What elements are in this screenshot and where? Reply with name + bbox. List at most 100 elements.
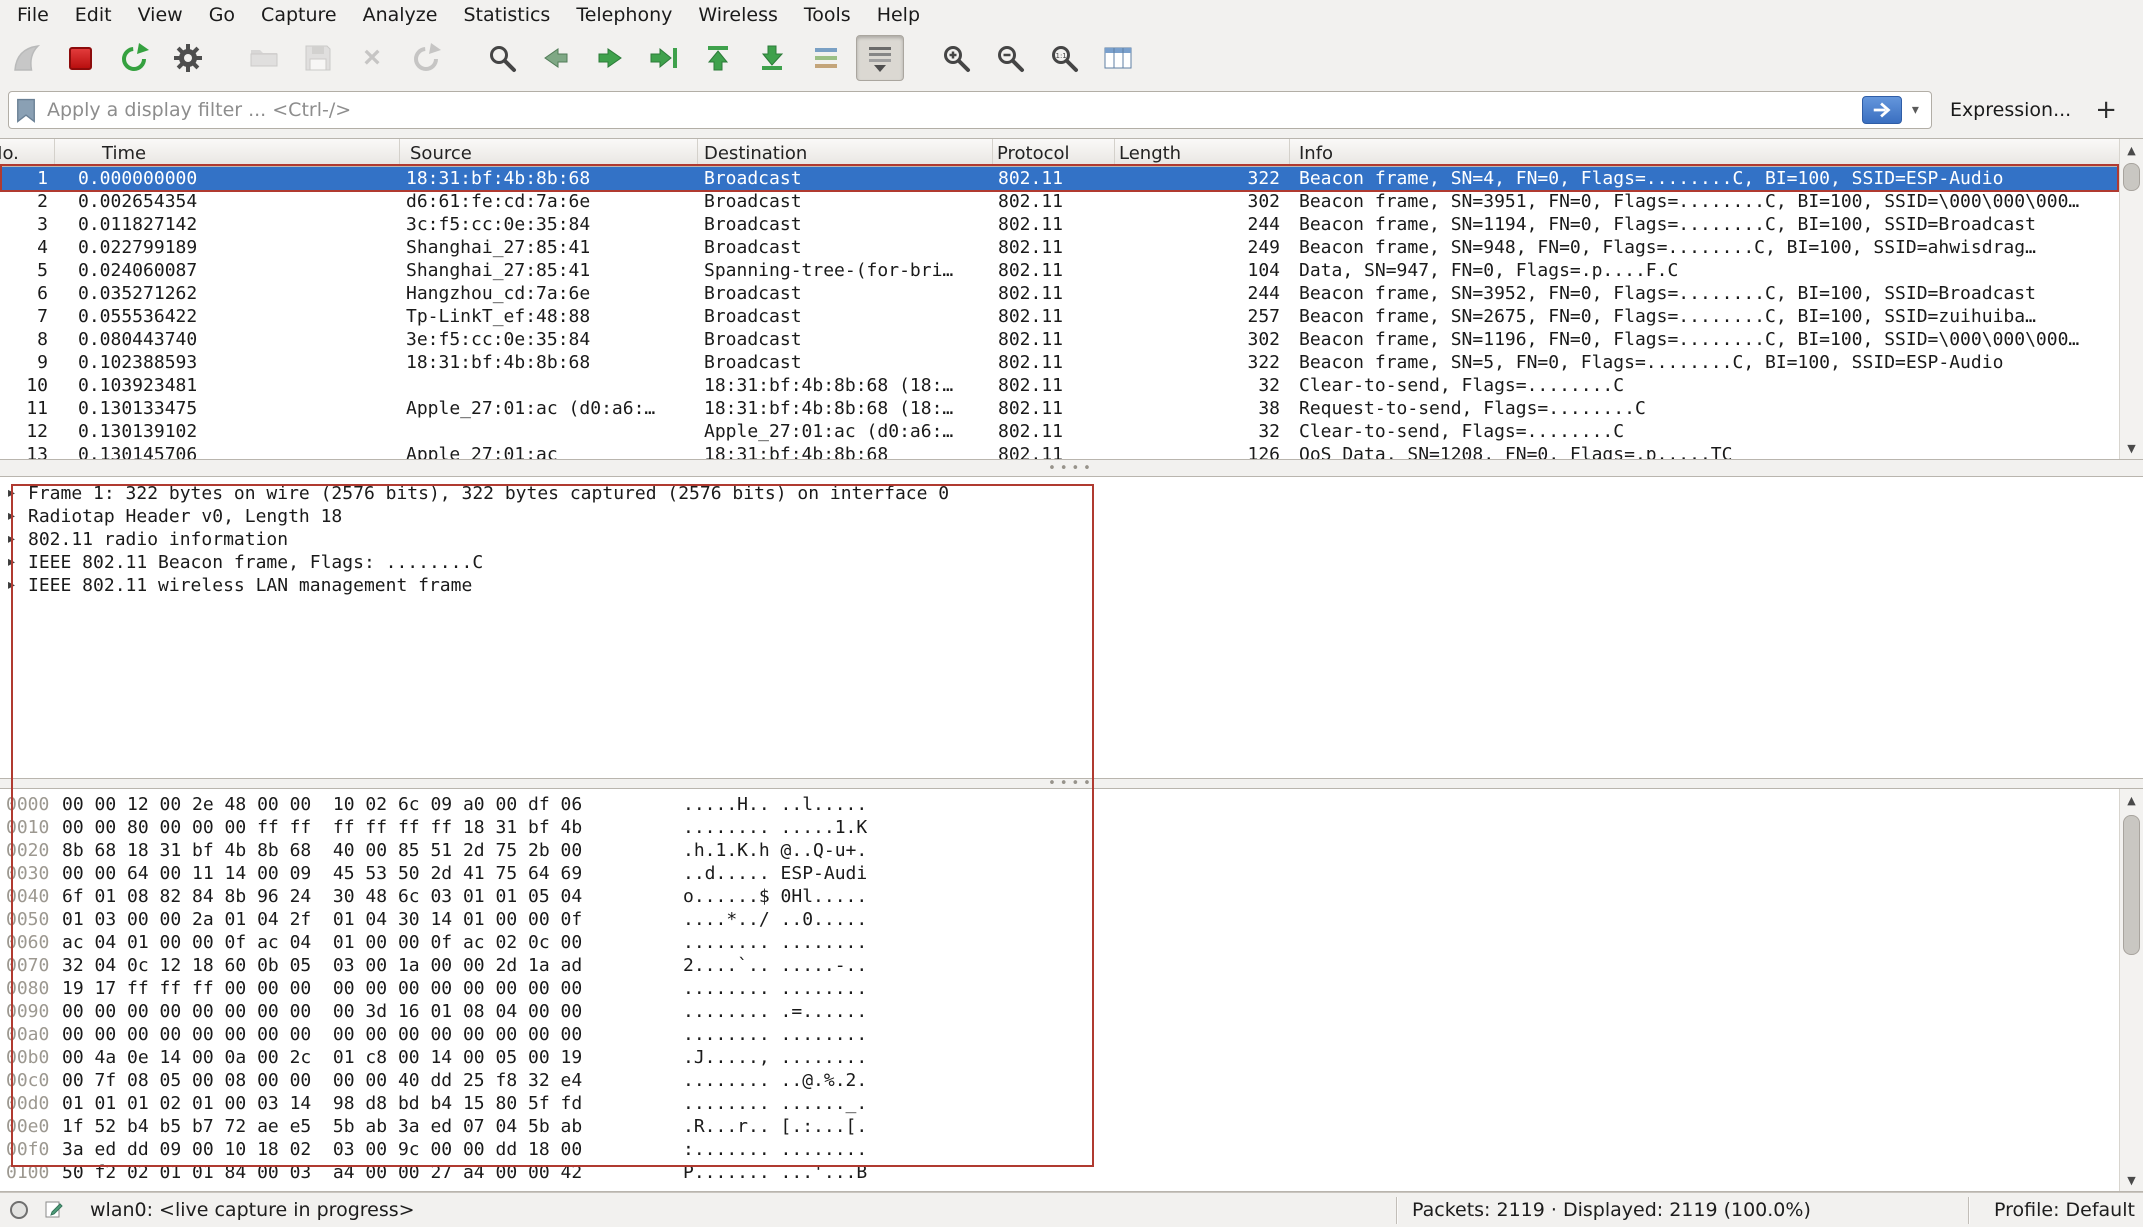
hex-bytes: 50 f2 02 01 01 84 00 03 a4 00 00 27 a4 0… (62, 1161, 586, 1184)
detail-row[interactable]: ▸IEEE 802.11 wireless LAN management fra… (0, 574, 2143, 597)
menu-capture[interactable]: Capture (248, 1, 350, 29)
column-header-protocol[interactable]: Protocol (993, 139, 1115, 166)
expander-icon[interactable]: ▸ (8, 528, 28, 551)
packet-row[interactable]: 30.0118271423c:f5:cc:0e:35:84Broadcast80… (0, 213, 2119, 236)
column-header-length[interactable]: Length (1115, 139, 1290, 166)
hex-scrollbar-thumb[interactable] (2123, 815, 2140, 955)
packet-row[interactable]: 90.10238859318:31:bf:4b:8b:68Broadcast80… (0, 351, 2119, 374)
packet-row[interactable]: 40.022799189Shanghai_27:85:41Broadcast80… (0, 236, 2119, 259)
hex-row[interactable]: 003000 00 64 00 11 14 00 09 45 53 50 2d … (0, 862, 2119, 885)
packet-row[interactable]: 100.10392348118:31:bf:4b:8b:68 (18:…802.… (0, 374, 2119, 397)
hex-row[interactable]: 009000 00 00 00 00 00 00 00 00 3d 16 01 … (0, 1000, 2119, 1023)
hex-row[interactable]: 008019 17 ff ff ff 00 00 00 00 00 00 00 … (0, 977, 2119, 1000)
start-capture-button[interactable] (2, 35, 50, 81)
detail-row[interactable]: ▸802.11 radio information (0, 528, 2143, 551)
column-header-time[interactable]: Time (55, 139, 400, 166)
go-forward-button[interactable] (586, 35, 634, 81)
scroll-down-arrow-icon[interactable]: ▼ (2120, 1169, 2143, 1191)
hex-offset: 0050 (6, 908, 56, 931)
resize-columns-button[interactable] (1094, 35, 1142, 81)
expert-info-icon[interactable] (10, 1201, 28, 1219)
hex-row[interactable]: 00b000 4a 0e 14 00 0a 00 2c 01 c8 00 14 … (0, 1046, 2119, 1069)
menu-help[interactable]: Help (864, 1, 933, 29)
menu-wireless[interactable]: Wireless (685, 1, 791, 29)
packet-row[interactable]: 10.00000000018:31:bf:4b:8b:68Broadcast80… (0, 167, 2119, 190)
scroll-up-arrow-icon[interactable]: ▲ (2120, 139, 2143, 161)
expander-icon[interactable]: ▸ (8, 574, 28, 597)
packet-row[interactable]: 130.130145706Apple_27:01:ac18:31:bf:4b:8… (0, 443, 2119, 459)
profile-text[interactable]: Profile: Default (1994, 1199, 2135, 1221)
find-packet-button[interactable] (478, 35, 526, 81)
packet-list-scrollbar[interactable]: ▲ ▼ (2119, 139, 2143, 459)
colorize-list-button[interactable] (802, 35, 850, 81)
apply-filter-button[interactable] (1862, 96, 1902, 124)
hex-row[interactable]: 010050 f2 02 01 01 84 00 03 a4 00 00 27 … (0, 1161, 2119, 1184)
menu-statistics[interactable]: Statistics (450, 1, 563, 29)
hex-row[interactable]: 00d001 01 01 02 01 00 03 14 98 d8 bd b4 … (0, 1092, 2119, 1115)
capture-options-button[interactable] (164, 35, 212, 81)
go-first-packet-button[interactable] (694, 35, 742, 81)
expander-icon[interactable]: ▸ (8, 482, 28, 505)
zoom-out-button[interactable] (986, 35, 1034, 81)
zoom-in-button[interactable] (932, 35, 980, 81)
display-filter-input[interactable]: Apply a display filter ... <Ctrl-/> ▾ (8, 91, 1932, 129)
scroll-down-arrow-icon[interactable]: ▼ (2120, 437, 2143, 459)
open-file-button[interactable] (240, 35, 288, 81)
pane-splitter-bottom[interactable]: •••• (0, 779, 2143, 788)
packet-scrollbar-thumb[interactable] (2123, 163, 2140, 191)
pane-splitter-top[interactable]: •••• (0, 461, 2143, 476)
hex-row[interactable]: 00a000 00 00 00 00 00 00 00 00 00 00 00 … (0, 1023, 2119, 1046)
save-file-button[interactable] (294, 35, 342, 81)
detail-row[interactable]: ▸IEEE 802.11 Beacon frame, Flags: ......… (0, 551, 2143, 574)
add-filter-button[interactable]: + (2095, 97, 2117, 123)
scroll-up-arrow-icon[interactable]: ▲ (2120, 789, 2143, 811)
menu-tools[interactable]: Tools (791, 1, 864, 29)
go-to-packet-button[interactable] (640, 35, 688, 81)
hex-row[interactable]: 00c000 7f 08 05 00 08 00 00 00 00 40 dd … (0, 1069, 2119, 1092)
hex-row[interactable]: 0060ac 04 01 00 00 0f ac 04 01 00 00 0f … (0, 931, 2119, 954)
packet-row[interactable]: 80.0804437403e:f5:cc:0e:35:84Broadcast80… (0, 328, 2119, 351)
packet-row[interactable]: 120.130139102Apple_27:01:ac (d0:a6:…802.… (0, 420, 2119, 443)
hex-row[interactable]: 005001 03 00 00 2a 01 04 2f 01 04 30 14 … (0, 908, 2119, 931)
capture-comment-icon[interactable] (44, 1199, 64, 1219)
packet-row[interactable]: 70.055536422Tp-LinkT_ef:48:88Broadcast80… (0, 305, 2119, 328)
menu-file[interactable]: File (4, 1, 62, 29)
reload-file-button[interactable] (402, 35, 450, 81)
filter-history-dropdown[interactable]: ▾ (1902, 102, 1925, 118)
zoom-original-button[interactable]: 1:1 (1040, 35, 1088, 81)
expression-button[interactable]: Expression... (1950, 99, 2071, 121)
filter-bookmark-icon[interactable] (15, 97, 37, 124)
expander-icon[interactable]: ▸ (8, 551, 28, 574)
stop-capture-button[interactable] (56, 35, 104, 81)
column-header-no[interactable]: No. (0, 139, 55, 166)
hex-row[interactable]: 000000 00 12 00 2e 48 00 00 10 02 6c 09 … (0, 793, 2119, 816)
auto-scroll-button[interactable] (856, 35, 904, 81)
hex-row[interactable]: 001000 00 80 00 00 00 ff ff ff ff ff ff … (0, 816, 2119, 839)
packet-row[interactable]: 60.035271262Hangzhou_cd:7a:6eBroadcast80… (0, 282, 2119, 305)
detail-row[interactable]: ▸Radiotap Header v0, Length 18 (0, 505, 2143, 528)
menu-view[interactable]: View (125, 1, 196, 29)
close-file-button[interactable]: × (348, 35, 396, 81)
column-header-source[interactable]: Source (400, 139, 698, 166)
hex-scrollbar[interactable]: ▲ ▼ (2119, 789, 2143, 1191)
expander-icon[interactable]: ▸ (8, 505, 28, 528)
menu-analyze[interactable]: Analyze (350, 1, 451, 29)
detail-row[interactable]: ▸Frame 1: 322 bytes on wire (2576 bits),… (0, 482, 2143, 505)
menu-go[interactable]: Go (196, 1, 248, 29)
menu-edit[interactable]: Edit (62, 1, 125, 29)
restart-capture-button[interactable] (110, 35, 158, 81)
go-last-packet-button[interactable] (748, 35, 796, 81)
packet-row[interactable]: 20.002654354d6:61:fe:cd:7a:6eBroadcast80… (0, 190, 2119, 213)
hex-row[interactable]: 00208b 68 18 31 bf 4b 8b 68 40 00 85 51 … (0, 839, 2119, 862)
go-last-packet-icon (757, 43, 787, 73)
menu-telephony[interactable]: Telephony (563, 1, 685, 29)
hex-row[interactable]: 007032 04 0c 12 18 60 0b 05 03 00 1a 00 … (0, 954, 2119, 977)
packet-row[interactable]: 110.130133475Apple_27:01:ac (d0:a6:…18:3… (0, 397, 2119, 420)
hex-row[interactable]: 00e01f 52 b4 b5 b7 72 ae e5 5b ab 3a ed … (0, 1115, 2119, 1138)
column-header-info[interactable]: Info (1290, 139, 2143, 166)
hex-row[interactable]: 00406f 01 08 82 84 8b 96 24 30 48 6c 03 … (0, 885, 2119, 908)
column-header-destination[interactable]: Destination (698, 139, 993, 166)
hex-row[interactable]: 00f03a ed dd 09 00 10 18 02 03 00 9c 00 … (0, 1138, 2119, 1161)
packet-row[interactable]: 50.024060087Shanghai_27:85:41Spanning-tr… (0, 259, 2119, 282)
go-back-button[interactable] (532, 35, 580, 81)
